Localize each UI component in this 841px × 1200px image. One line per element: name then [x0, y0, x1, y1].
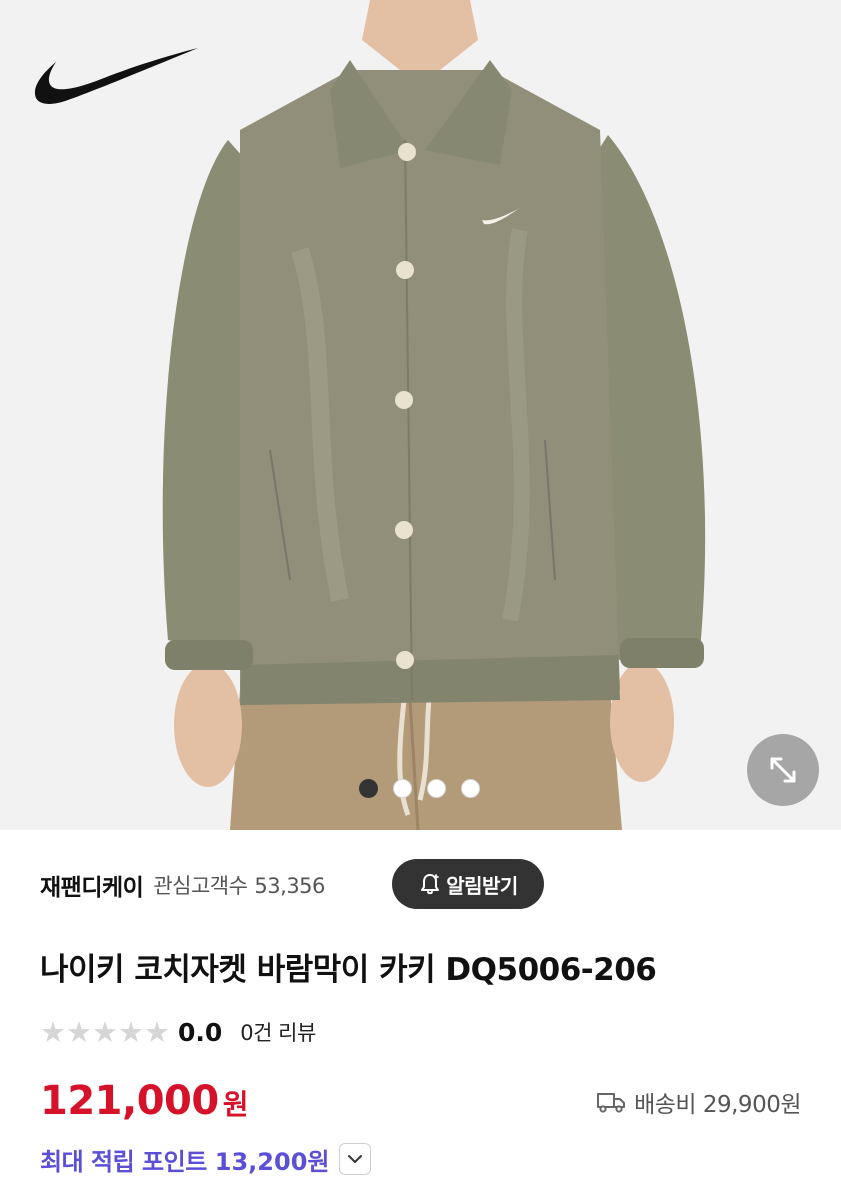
price-amount: 121,000 [40, 1078, 219, 1124]
truck-icon [597, 1093, 626, 1113]
followers-info: 관심고객수 53,356 [153, 870, 325, 900]
alert-subscribe-button[interactable]: 알림받기 [392, 859, 544, 909]
points-expand-button[interactable] [339, 1143, 372, 1175]
carousel-indicators [359, 779, 480, 798]
star-icon: ★ [118, 1014, 144, 1049]
bell-plus-icon [421, 874, 440, 895]
carousel-dot-3[interactable] [427, 779, 446, 798]
expand-diagonal-icon [770, 757, 796, 783]
star-icon: ★ [40, 1014, 66, 1049]
carousel-dot-2[interactable] [393, 779, 412, 798]
followers-label: 관심고객수 [153, 874, 248, 898]
carousel-dot-1[interactable] [359, 779, 378, 798]
nike-swoosh-logo [34, 48, 198, 104]
rating-row[interactable]: ★ ★ ★ ★ ★ 0.0 0건 리뷰 [40, 1013, 316, 1051]
alert-button-label: 알림받기 [446, 873, 518, 898]
review-count[interactable]: 0건 리뷰 [240, 1017, 316, 1047]
star-icon: ★ [144, 1014, 170, 1049]
chevron-down-icon [348, 1155, 363, 1163]
seller-row: 재팬디케이 관심고객수 53,356 [40, 860, 325, 910]
followers-count: 53,356 [254, 874, 325, 898]
points-label: 최대 적립 포인트 [40, 1147, 207, 1176]
star-icon: ★ [66, 1014, 92, 1049]
price-unit: 원 [222, 1088, 249, 1121]
rating-score: 0.0 [178, 1017, 223, 1047]
star-icon: ★ [92, 1014, 118, 1049]
expand-image-button[interactable] [747, 734, 819, 806]
star-rating: ★ ★ ★ ★ ★ [40, 1014, 170, 1049]
shipping-info: 배송비 29,900원 [596, 1084, 801, 1120]
points-row[interactable]: 최대 적립 포인트 13,200원 [40, 1138, 372, 1180]
price-row: 121,000 원 [40, 1078, 248, 1128]
seller-name[interactable]: 재팬디케이 [40, 868, 144, 902]
product-image-carousel[interactable] [0, 0, 841, 830]
product-photo [162, 0, 706, 830]
points-value: 13,200원 [214, 1147, 330, 1176]
shipping-label: 배송비 29,900원 [634, 1092, 801, 1118]
product-title: 나이키 코치자켓 바람막이 카키 DQ5006-206 [40, 952, 657, 988]
carousel-dot-4[interactable] [461, 779, 480, 798]
